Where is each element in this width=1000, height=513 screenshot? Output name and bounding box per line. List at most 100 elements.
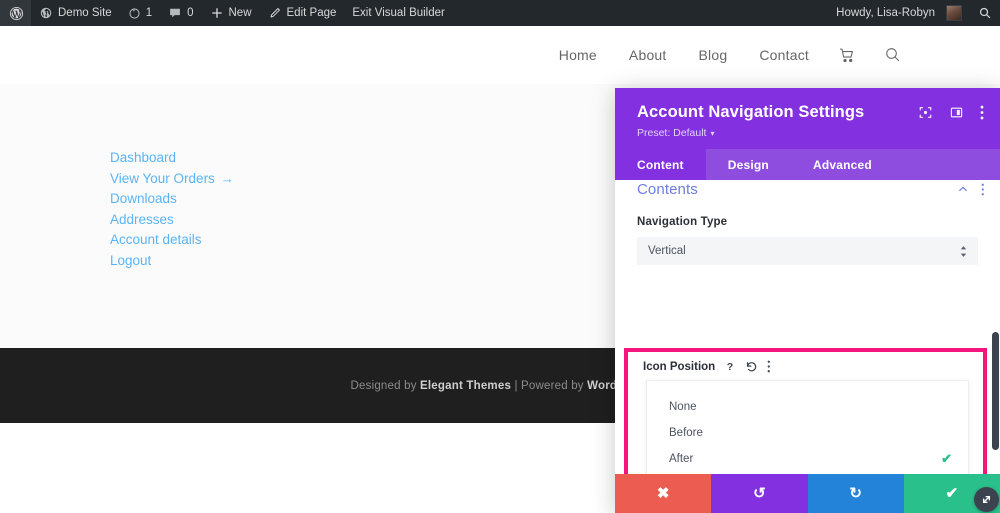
adminbar-site-name-label: Demo Site (58, 7, 112, 19)
header-search-icon[interactable] (870, 46, 916, 64)
wordpress-logo-icon (9, 6, 24, 21)
select-stepper-icon (959, 245, 968, 258)
option-label: None (669, 401, 697, 413)
adminbar-edit-page-label: Edit Page (286, 7, 337, 19)
resize-handle-icon[interactable] (974, 487, 999, 512)
adminbar-wordpress-logo[interactable] (0, 0, 31, 26)
chevron-up-icon[interactable] (957, 183, 969, 195)
modal-action-bar: ✖ ↺ ↻ ✔ (615, 474, 1000, 513)
site-dashboard-icon (39, 6, 53, 20)
svg-text:?: ? (727, 361, 733, 373)
redo-icon: ↻ (849, 485, 862, 502)
tab-advanced[interactable]: Advanced (791, 149, 894, 180)
fullscreen-icon[interactable] (918, 105, 933, 120)
field-navigation-type: Navigation Type Vertical (615, 216, 1000, 265)
footer-credit-prefix: Designed by (350, 379, 421, 392)
reset-undo-icon[interactable] (745, 360, 758, 373)
check-icon: ✔ (941, 451, 952, 466)
shopping-cart-icon[interactable] (825, 47, 870, 64)
pencil-icon (268, 6, 282, 20)
undo-icon: ↺ (753, 485, 766, 502)
section-contents-actions (957, 183, 985, 196)
icon-position-option-before[interactable]: Before (647, 420, 968, 446)
site-header: Home About Blog Contact (0, 26, 1000, 84)
navigation-type-label: Navigation Type (637, 216, 728, 228)
adminbar-comments[interactable]: 0 (160, 0, 201, 26)
preset-selector[interactable]: Preset: Default ▾ (637, 127, 864, 139)
tab-content[interactable]: Content (615, 149, 706, 180)
arrow-right-icon: → (220, 170, 234, 186)
comment-bubble-icon (168, 6, 182, 20)
navigation-type-value: Vertical (648, 245, 686, 257)
module-settings-modal: Account Navigation Settings Preset: Defa… (615, 88, 1000, 513)
adminbar-search-button[interactable] (970, 0, 1000, 26)
adminbar-updates-count: 1 (145, 7, 153, 19)
primary-navigation: Home About Blog Contact (543, 46, 1000, 64)
adminbar-new-content[interactable]: New (202, 0, 260, 26)
modal-tabs: Content Design Advanced (615, 149, 1000, 180)
adminbar-exit-visual-builder[interactable]: Exit Visual Builder (344, 0, 452, 26)
adminbar-edit-page[interactable]: Edit Page (260, 0, 345, 26)
adminbar-site-name[interactable]: Demo Site (31, 0, 120, 26)
cancel-button[interactable]: ✖ (615, 474, 712, 513)
account-link-label: Downloads (110, 191, 177, 206)
nav-link-about[interactable]: About (613, 47, 683, 63)
avatar (946, 5, 962, 21)
search-icon (978, 6, 992, 20)
adminbar-updates[interactable]: 1 (120, 0, 160, 26)
page-title: Account Navigation Settings (637, 103, 865, 121)
account-link-label: View Your Orders (110, 170, 215, 186)
wordpress-admin-bar: Demo Site 1 0 New Edit Page Exit Visual … (0, 0, 1000, 26)
account-link-downloads[interactable]: Downloads (110, 189, 234, 210)
nav-link-home[interactable]: Home (543, 47, 613, 63)
section-contents-header[interactable]: Contents (615, 180, 1000, 204)
nav-link-contact[interactable]: Contact (743, 47, 825, 63)
account-link-addresses[interactable]: Addresses (110, 210, 234, 231)
icon-position-option-after[interactable]: After ✔ (647, 446, 968, 472)
more-options-icon[interactable] (981, 183, 985, 196)
adminbar-exit-vb-label: Exit Visual Builder (352, 7, 445, 19)
adminbar-howdy-label: Howdy, Lisa-Robyn (836, 7, 935, 19)
account-link-dashboard[interactable]: Dashboard (110, 148, 234, 169)
footer-credit-separator: | Powered by (511, 379, 588, 392)
nav-link-blog[interactable]: Blog (683, 47, 744, 63)
adminbar-comments-count: 0 (187, 7, 194, 19)
icon-position-dropdown[interactable]: None Before After ✔ (646, 380, 969, 474)
section-contents-title: Contents (637, 180, 698, 198)
close-icon: ✖ (656, 485, 670, 502)
redo-button[interactable]: ↻ (807, 474, 904, 513)
account-link-account-details[interactable]: Account details (110, 230, 234, 251)
footer-credit: Designed by Elegant Themes | Powered by … (351, 380, 650, 392)
plus-icon (210, 6, 224, 20)
preset-label: Preset: Default (637, 127, 707, 139)
help-question-icon[interactable]: ? (724, 360, 736, 373)
account-link-logout[interactable]: Logout (110, 251, 234, 272)
account-link-orders[interactable]: View Your Orders → (110, 169, 234, 190)
icon-position-header: Icon Position ? (628, 352, 983, 380)
modal-header-actions (918, 102, 984, 120)
account-link-label: Logout (110, 252, 152, 268)
chevron-down-icon: ▾ (710, 128, 715, 138)
revision-comment-icon (128, 7, 141, 20)
modal-scrollbar-track[interactable] (991, 180, 1000, 474)
account-link-label: Account details (110, 232, 202, 247)
adminbar-right-group: Howdy, Lisa-Robyn (828, 0, 1000, 26)
undo-button[interactable]: ↺ (711, 474, 808, 513)
more-options-icon[interactable] (767, 360, 771, 373)
more-options-icon[interactable] (980, 105, 984, 120)
modal-header[interactable]: Account Navigation Settings Preset: Defa… (615, 88, 1000, 149)
modal-header-titles: Account Navigation Settings Preset: Defa… (637, 102, 864, 139)
icon-position-label: Icon Position (643, 360, 716, 373)
check-icon: ✔ (945, 485, 959, 502)
footer-brand-elegant-themes[interactable]: Elegant Themes (420, 380, 511, 392)
account-navigation-module[interactable]: Dashboard View Your Orders → Downloads A… (110, 148, 234, 271)
tab-design[interactable]: Design (706, 149, 791, 180)
option-label: After (669, 453, 694, 465)
modal-scrollbar-thumb[interactable] (992, 332, 999, 450)
option-label: Before (669, 427, 703, 439)
icon-position-option-none[interactable]: None (647, 394, 968, 420)
adminbar-my-account[interactable]: Howdy, Lisa-Robyn (828, 0, 970, 26)
account-link-label: Addresses (110, 211, 174, 227)
panel-layout-icon[interactable] (949, 105, 964, 120)
navigation-type-select[interactable]: Vertical (637, 237, 978, 265)
